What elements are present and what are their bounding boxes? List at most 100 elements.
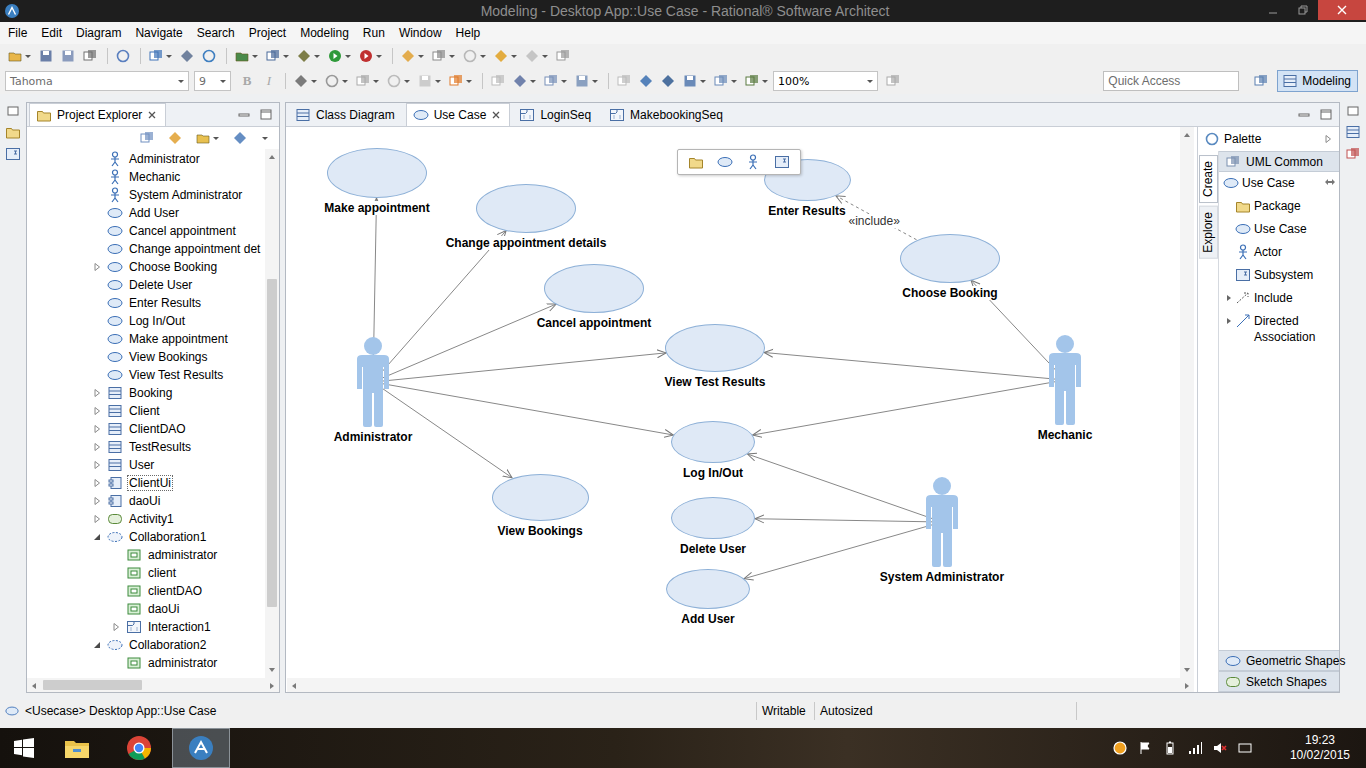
actor-label[interactable]: System Administrator — [879, 570, 1005, 584]
tree-item[interactable]: ClientUi — [27, 474, 265, 492]
dropdown-arrow-icon[interactable] — [372, 76, 380, 86]
palette-tool[interactable]: Use Case — [1219, 218, 1339, 241]
taskbar-app[interactable] — [172, 728, 230, 768]
tree-item[interactable]: View Test Results — [27, 366, 265, 384]
stereotype-label[interactable]: «include» — [847, 214, 902, 228]
scroll-thumb[interactable] — [43, 680, 142, 690]
tree-item[interactable]: ClientDAO — [27, 420, 265, 438]
palette-drawer[interactable]: Geometric Shapes — [1219, 650, 1339, 671]
toolbar-button[interactable] — [325, 45, 354, 67]
toolbar-button[interactable] — [883, 70, 903, 92]
palette-tab[interactable]: Explore — [1199, 206, 1218, 259]
use-case-node[interactable] — [671, 421, 755, 463]
include-edge[interactable] — [836, 196, 917, 240]
collapsed-arrow-icon[interactable] — [1323, 134, 1333, 144]
use-case-node[interactable] — [544, 264, 644, 313]
use-case-label[interactable]: Enter Results — [767, 204, 846, 218]
toolbar-button[interactable] — [522, 45, 551, 67]
actor-icon[interactable] — [354, 337, 392, 427]
editor-tab[interactable]: MakebookingSeq — [602, 103, 732, 126]
toolbar-button[interactable] — [460, 45, 489, 67]
collapsed-arrow-icon[interactable] — [92, 262, 102, 272]
tree-item[interactable]: Interaction1 — [27, 618, 265, 636]
use-case-label[interactable]: Delete User — [679, 542, 747, 556]
tree-item[interactable]: Enter Results — [27, 294, 265, 312]
collapsed-arrow-icon[interactable] — [92, 388, 102, 398]
tree-item[interactable]: Administrator — [27, 150, 265, 168]
menu-item[interactable]: Edit — [34, 24, 69, 42]
dropdown-arrow-icon[interactable] — [465, 76, 473, 86]
dropdown-arrow-icon[interactable] — [165, 51, 173, 61]
menu-item[interactable]: Modeling — [293, 24, 356, 42]
dropdown-arrow-icon[interactable] — [403, 76, 411, 86]
restore-icon[interactable] — [6, 104, 20, 118]
dropdown-arrow-icon[interactable] — [761, 76, 769, 86]
collapsed-arrow-icon[interactable] — [92, 460, 102, 470]
use-case-node[interactable] — [327, 148, 427, 198]
horizontal-scrollbar[interactable] — [27, 678, 279, 692]
dropdown-arrow-icon[interactable] — [541, 51, 549, 61]
toolbar-button[interactable] — [429, 45, 458, 67]
toolbar-button[interactable] — [80, 45, 100, 67]
tree-item[interactable]: View Bookings — [27, 348, 265, 366]
scroll-thumb[interactable] — [267, 279, 277, 607]
open-perspective-button[interactable] — [1251, 70, 1271, 92]
collapsed-arrow-icon[interactable] — [92, 424, 102, 434]
dropdown-arrow-icon[interactable] — [448, 51, 456, 61]
menu-item[interactable]: Diagram — [69, 24, 128, 42]
use-case-diagram[interactable]: Make appointmentChange appointment detai… — [287, 127, 1180, 678]
scroll-right-icon[interactable] — [267, 681, 277, 691]
scroll-up-icon[interactable] — [1182, 130, 1192, 140]
toolbar-button[interactable] — [446, 70, 475, 92]
toolbar-button[interactable] — [680, 70, 709, 92]
collapsed-arrow-icon[interactable] — [92, 478, 102, 488]
editor-tab[interactable]: LoginSeq — [512, 103, 600, 126]
toolbar-button[interactable] — [58, 45, 78, 67]
toolbar-button[interactable] — [614, 70, 634, 92]
vertical-scrollbar[interactable] — [1180, 127, 1194, 678]
tree-item[interactable]: Add User — [27, 204, 265, 222]
view-tab[interactable]: Project Explorer — [29, 103, 166, 126]
menu-item[interactable]: Help — [449, 24, 488, 42]
tree-item[interactable]: Activity1 — [27, 510, 265, 528]
association-edge[interactable] — [373, 231, 506, 382]
expand-arrow-icon[interactable] — [1225, 317, 1233, 325]
editor-tab[interactable]: Use Case — [406, 103, 511, 126]
font-combo[interactable]: Tahoma — [5, 71, 189, 91]
use-case-node[interactable] — [671, 497, 755, 539]
clock[interactable]: 19:2310/02/2015 — [1290, 733, 1350, 763]
use-case-label[interactable]: Add User — [680, 612, 735, 626]
scroll-left-icon[interactable] — [29, 681, 39, 691]
horizontal-scrollbar[interactable] — [287, 678, 1194, 692]
actor-icon[interactable] — [923, 477, 961, 567]
toolbar-button[interactable] — [742, 70, 771, 92]
tree-item[interactable]: Change appointment det — [27, 240, 265, 258]
menu-item[interactable]: File — [1, 24, 34, 42]
scroll-down-icon[interactable] — [267, 665, 277, 675]
update-icon[interactable] — [1112, 740, 1128, 756]
use-case-label[interactable]: Make appointment — [323, 201, 430, 215]
dropdown-arrow-icon[interactable] — [212, 133, 220, 143]
font-size-combo[interactable]: 9 — [194, 71, 231, 91]
dropdown-arrow-icon[interactable] — [177, 76, 185, 86]
association-edge[interactable] — [747, 454, 942, 522]
toolbar-button[interactable] — [398, 45, 427, 67]
dropdown-arrow-icon[interactable] — [866, 76, 874, 86]
toolbar-button[interactable] — [553, 45, 573, 67]
tree-item[interactable]: System Administrator — [27, 186, 265, 204]
association-edge[interactable] — [755, 519, 942, 522]
stack-pin-icon[interactable] — [1323, 175, 1337, 189]
taskbar-app[interactable] — [48, 728, 106, 768]
palette-tool[interactable]: Use Case — [1219, 172, 1339, 195]
tree-item[interactable]: administrator — [27, 546, 265, 564]
close-button[interactable] — [1318, 0, 1366, 20]
palette-drawer[interactable]: UML Common — [1219, 151, 1339, 172]
toolbar-button[interactable] — [491, 45, 520, 67]
view-menu-button[interactable] — [258, 127, 271, 149]
tree-item[interactable]: Make appointment — [27, 330, 265, 348]
actor-icon[interactable] — [1046, 335, 1084, 425]
collapsed-arrow-icon[interactable] — [92, 514, 102, 524]
menu-item[interactable]: Run — [356, 24, 392, 42]
expand-arrow-icon[interactable] — [1225, 294, 1233, 302]
link-editor-button[interactable] — [165, 127, 185, 149]
